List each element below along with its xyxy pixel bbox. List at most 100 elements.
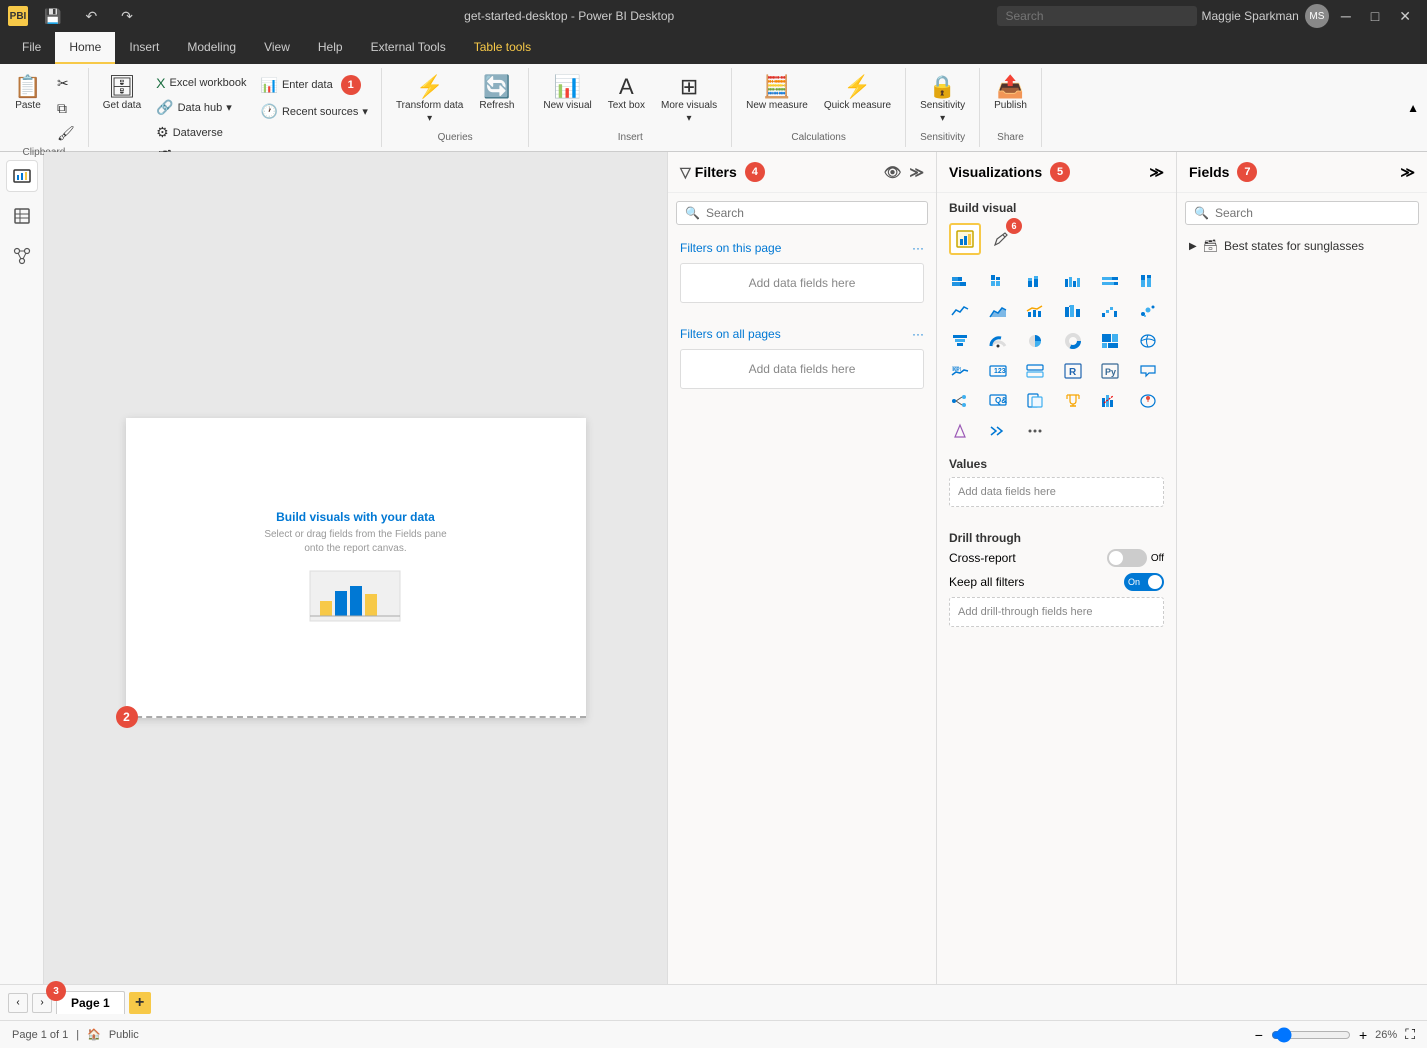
global-search-input[interactable] [997,6,1197,26]
viz-r-visual[interactable]: R [1058,357,1088,385]
excel-button[interactable]: X Excel workbook [151,72,251,94]
format-painter-button[interactable]: 🖌 [52,122,80,145]
viz-ribbon-chart[interactable] [1058,297,1088,325]
viz-clustered-col[interactable] [1058,267,1088,295]
maximize-button[interactable]: □ [1363,4,1387,28]
cross-report-toggle[interactable]: Off [1107,549,1164,567]
enter-data-button[interactable]: 📊 Enter data 1 [256,72,373,98]
viz-line-chart[interactable] [945,297,975,325]
keep-filters-toggle[interactable]: On [1124,573,1164,591]
filters-search-box[interactable]: 🔍 [676,201,928,225]
viz-100pct-stacked-col[interactable] [1133,267,1163,295]
fields-search-input[interactable] [1215,206,1410,220]
viz-gauge[interactable] [983,327,1013,355]
paste-button[interactable]: 📋 Paste [8,72,48,115]
tab-modeling[interactable]: Modeling [173,32,250,64]
text-box-button[interactable]: A Text box [602,72,651,115]
new-visual-button[interactable]: 📊 New visual [537,72,597,115]
viz-chevrons[interactable] [983,417,1013,445]
viz-donut[interactable] [1058,327,1088,355]
close-button[interactable]: ✕ [1391,4,1419,29]
add-page-button[interactable]: + [129,992,151,1014]
viz-100pct-stacked-bar[interactable] [1095,267,1125,295]
tab-external-tools[interactable]: External Tools [357,32,460,64]
filters-all-more[interactable]: ··· [912,327,924,341]
cut-button[interactable]: ✂ [52,72,80,95]
filters-search-input[interactable] [706,206,919,220]
viz-python-visual[interactable]: Py [1095,357,1125,385]
viz-scatter[interactable] [1133,297,1163,325]
viz-format-btn[interactable]: 6 [985,223,1017,255]
copy-button[interactable]: ⧉ [52,97,80,120]
dataverse-icon: ⚙ [156,124,169,141]
sidebar-data-icon[interactable] [6,200,38,232]
fields-item-sunglasses[interactable]: ▶ 🗃 Best states for sunglasses [1177,233,1427,259]
viz-more[interactable] [1020,417,1050,445]
viz-trophy[interactable] [1058,387,1088,415]
viz-bar-2[interactable] [1095,387,1125,415]
svg-text:123: 123 [994,368,1006,375]
save-button[interactable]: 💾 [36,4,69,29]
tab-home[interactable]: Home [55,32,115,64]
refresh-button[interactable]: 🔄 Refresh [473,72,520,115]
fields-panel: Fields 7 ≫ 🔍 ▶ 🗃 Best states for sunglas… [1177,152,1427,984]
tab-insert[interactable]: Insert [115,32,173,64]
more-visuals-button[interactable]: ⊞ More visuals ▾ [655,72,723,128]
publish-button[interactable]: 📤 Publish [988,72,1033,115]
fields-search-box[interactable]: 🔍 [1185,201,1419,225]
tab-prev-button[interactable]: ‹ [8,993,28,1013]
tab-file[interactable]: File [8,32,55,64]
tab-view[interactable]: View [250,32,304,64]
viz-stacked-bar[interactable] [945,267,975,295]
viz-clustered-bar[interactable] [983,267,1013,295]
tab-table-tools[interactable]: Table tools [460,32,545,64]
zoom-slider[interactable] [1271,1027,1351,1043]
redo-button[interactable]: ↷ [113,4,141,29]
viz-azure-map[interactable] [1133,387,1163,415]
new-measure-button[interactable]: 🧮 New measure [740,72,814,115]
viz-smart-narrative[interactable] [1133,357,1163,385]
viz-decomp-tree[interactable] [945,387,975,415]
datahub-button[interactable]: 🔗 Data hub ▾ [151,96,251,119]
filter-expand-icon[interactable]: ≫ [909,164,924,181]
viz-paginated[interactable] [1020,387,1050,415]
transform-data-button[interactable]: ⚡ Transform data ▾ [390,72,469,128]
zoom-minus-button[interactable]: − [1255,1027,1263,1043]
keep-filters-toggle-control[interactable]: On [1124,573,1164,591]
fields-expand-icon[interactable]: ≫ [1400,164,1415,181]
viz-map[interactable] [1133,327,1163,355]
minimize-button[interactable]: ─ [1333,4,1359,28]
dataverse-button[interactable]: ⚙ Dataverse [151,121,251,144]
viz-pie[interactable] [1020,327,1050,355]
viz-area-chart[interactable] [983,297,1013,325]
sensitivity-button[interactable]: 🔒 Sensitivity ▾ [914,72,971,128]
fit-page-button[interactable]: ⛶ [1405,1026,1415,1043]
cross-report-toggle-control[interactable] [1107,549,1147,567]
viz-card[interactable]: 123 [983,357,1013,385]
filter-eye-icon[interactable]: 👁 [884,164,902,181]
ribbon-collapse[interactable]: ▲ [1407,68,1427,147]
share-items: 📤 Publish [988,72,1033,130]
viz-stacked-col[interactable] [1020,267,1050,295]
undo-button[interactable]: ↶ [77,4,105,29]
filters-page-more[interactable]: ··· [912,241,924,255]
viz-shape[interactable] [945,417,975,445]
viz-expand-icon[interactable]: ≫ [1149,164,1164,181]
viz-kpi[interactable]: KPI [945,357,975,385]
viz-line-col[interactable] [1020,297,1050,325]
recent-sources-button[interactable]: 🕐 Recent sources ▾ [256,100,373,123]
viz-qa[interactable]: Q&A [983,387,1013,415]
zoom-plus-button[interactable]: + [1359,1027,1367,1043]
viz-treemap[interactable] [1095,327,1125,355]
tab-help[interactable]: Help [304,32,357,64]
viz-funnel[interactable] [945,327,975,355]
sidebar-model-icon[interactable] [6,240,38,272]
copy-icon: ⧉ [57,100,67,117]
sidebar-report-icon[interactable] [6,160,38,192]
page1-tab[interactable]: Page 1 [56,991,125,1014]
get-data-button[interactable]: 🗄 Get data [97,72,147,115]
viz-multi-row-card[interactable] [1020,357,1050,385]
viz-waterfall[interactable] [1095,297,1125,325]
quick-measure-button[interactable]: ⚡ Quick measure [818,72,897,115]
viz-build-btn[interactable] [949,223,981,255]
